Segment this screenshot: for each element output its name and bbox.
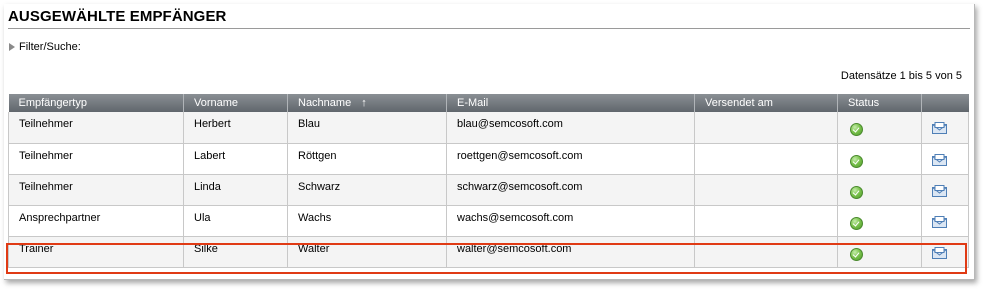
mail-icon[interactable] (932, 215, 947, 228)
cell-email: roettgen@semcosoft.com (446, 143, 695, 175)
panel-title: AUSGEWÄHLTE EMPFÄNGER (8, 8, 227, 25)
column-header-sent[interactable]: Versendet am (694, 94, 838, 112)
green-check-icon (850, 185, 863, 199)
column-header-email[interactable]: E-Mail (446, 94, 695, 112)
column-header-lastname[interactable]: Nachname ↑ (287, 94, 447, 112)
mail-icon[interactable] (932, 122, 947, 134)
cell-firstname: Labert (183, 143, 288, 175)
column-header-lastname-label: Nachname (298, 97, 352, 109)
cell-firstname: Linda (183, 174, 288, 206)
cell-email: schwarz@semcosoft.com (446, 174, 695, 206)
cell-action (921, 174, 969, 206)
green-check-icon (850, 154, 863, 168)
table-row[interactable]: Ansprechpartner Ula Wachs wachs@semcosoft.c… (8, 205, 969, 237)
table-row[interactable]: Trainer Silke Walter walter@semcosoft.com (8, 236, 969, 268)
table-row[interactable]: Teilnehmer Linda Schwarz schwarz@semcosoft.… (8, 174, 969, 206)
cell-firstname: Ula (183, 205, 288, 237)
title-divider (8, 28, 970, 29)
cell-type: Teilnehmer (8, 112, 184, 144)
cell-action (921, 205, 969, 237)
cell-sent (694, 112, 838, 144)
mail-icon[interactable] (932, 246, 947, 259)
cell-type: Teilnehmer (8, 143, 184, 175)
cell-action (921, 143, 969, 175)
cell-lastname: Schwarz (287, 174, 447, 206)
cell-sent (694, 236, 838, 268)
cell-firstname: Herbert (183, 112, 288, 144)
column-header-status[interactable]: Status (837, 94, 922, 112)
cell-status (837, 205, 922, 237)
table-row[interactable]: Teilnehmer Herbert Blau blau@semcosoft.com (8, 112, 969, 144)
cell-email: walter@semcosoft.com (446, 236, 695, 268)
cell-email: blau@semcosoft.com (446, 112, 695, 144)
cell-sent (694, 205, 838, 237)
cell-status (837, 143, 922, 175)
recipients-table: Empfängertyp Vorname Nachname ↑ E-Mail Ve… (8, 94, 969, 268)
cell-sent (694, 174, 838, 206)
triangle-right-icon (9, 43, 15, 51)
records-info: Datensätze 1 bis 5 von 5 (840, 70, 962, 82)
column-header-firstname[interactable]: Vorname (183, 94, 288, 112)
green-check-icon (850, 216, 863, 230)
cell-status (837, 112, 922, 144)
cell-lastname: Blau (287, 112, 447, 144)
column-header-type[interactable]: Empfängertyp (8, 94, 184, 112)
cell-lastname: Röttgen (287, 143, 447, 175)
cell-firstname: Silke (183, 236, 288, 268)
mail-icon[interactable] (932, 153, 947, 166)
cell-type: Teilnehmer (8, 174, 184, 206)
green-check-icon (850, 123, 863, 136)
table-header-row: Empfängertyp Vorname Nachname ↑ E-Mail Ve… (8, 94, 969, 112)
cell-sent (694, 143, 838, 175)
filter-toggle[interactable]: Filter/Suche: (9, 40, 81, 54)
cell-email: wachs@semcosoft.com (446, 205, 695, 237)
column-header-action (921, 94, 969, 112)
filter-label: Filter/Suche: (19, 41, 81, 53)
green-check-icon (850, 247, 863, 261)
cell-action (921, 112, 969, 144)
cell-status (837, 236, 922, 268)
cell-status (837, 174, 922, 206)
mail-icon[interactable] (932, 184, 947, 197)
cell-lastname: Wachs (287, 205, 447, 237)
cell-action (921, 236, 969, 268)
cell-lastname: Walter (287, 236, 447, 268)
table-row[interactable]: Teilnehmer Labert Röttgen roettgen@semcosof… (8, 143, 969, 175)
cell-type: Ansprechpartner (8, 205, 184, 237)
sort-ascending-icon: ↑ (361, 97, 367, 109)
cell-type: Trainer (8, 236, 184, 268)
table-body: Teilnehmer Herbert Blau blau@semcosoft.com T… (8, 112, 969, 268)
